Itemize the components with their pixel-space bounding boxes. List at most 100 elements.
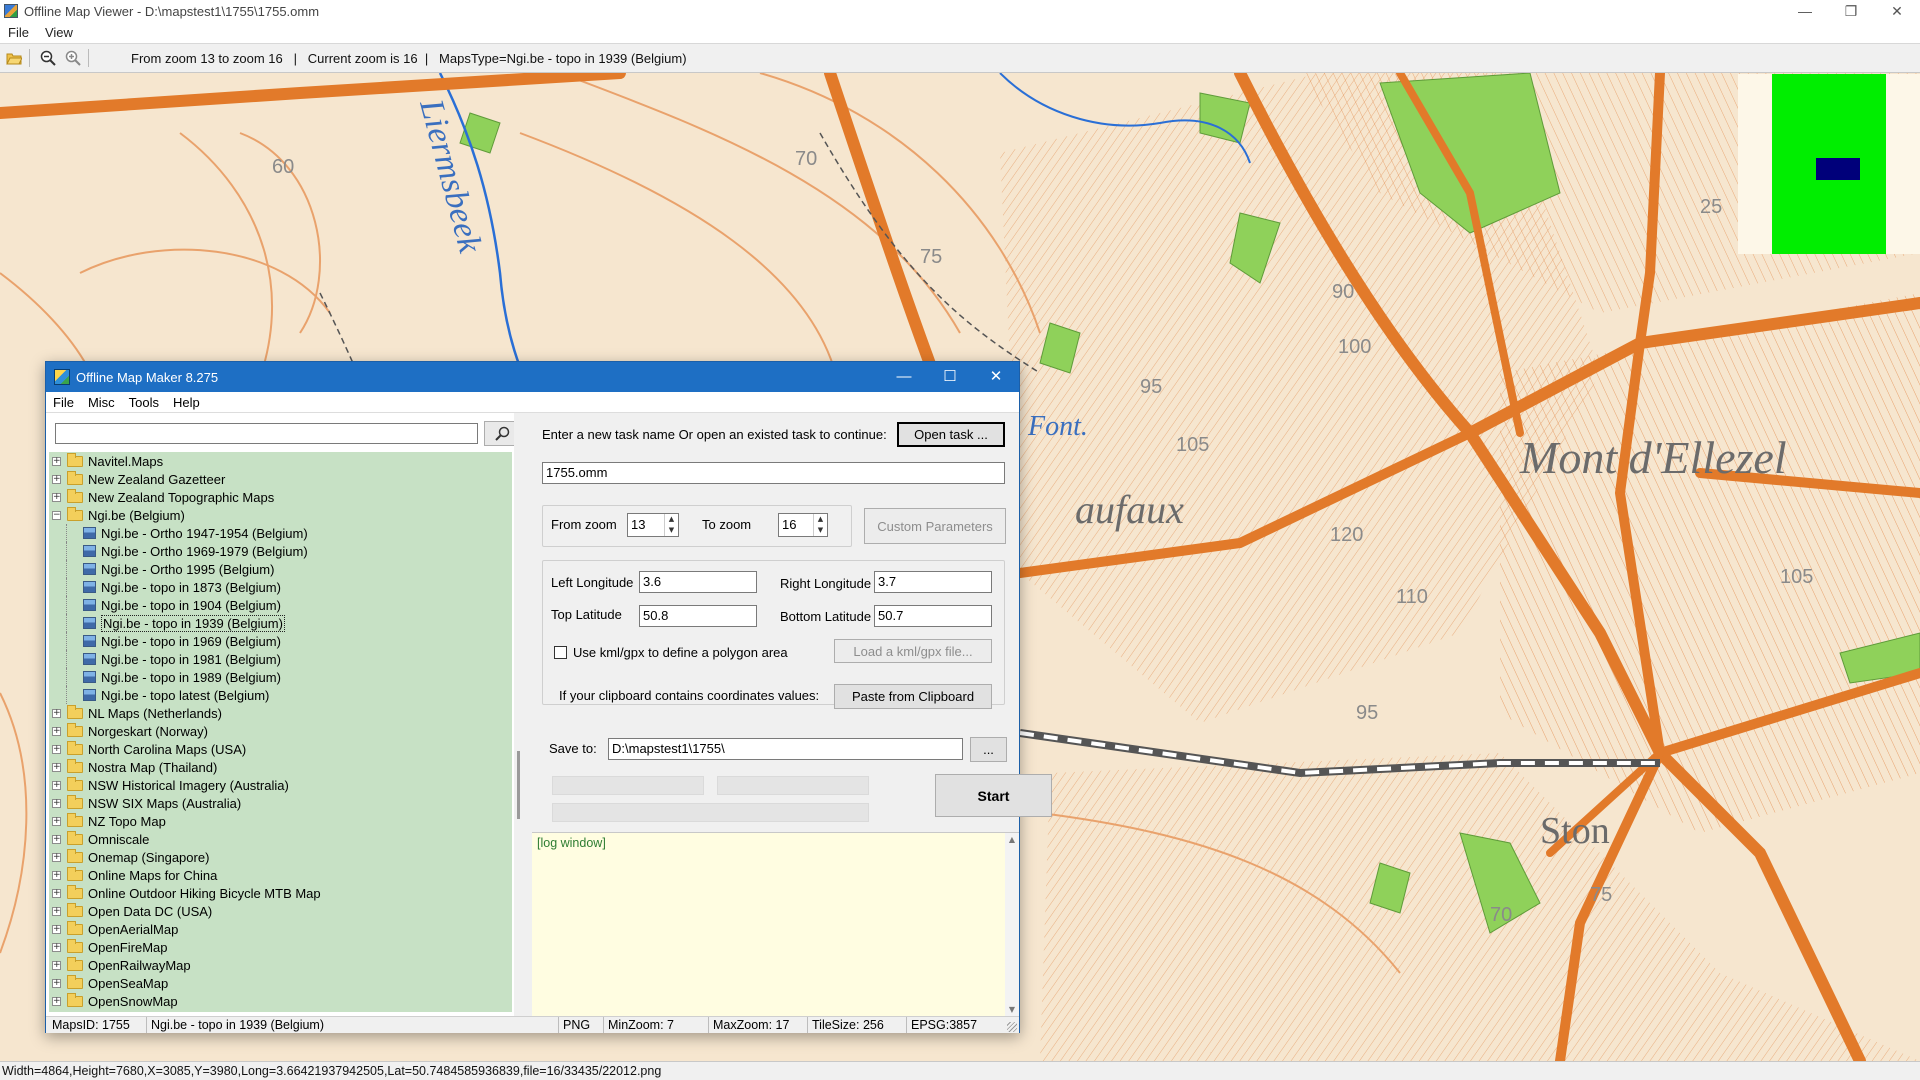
tree-map-item[interactable]: Ngi.be - Ortho 1969-1979 (Belgium) — [49, 542, 512, 560]
spinner-arrows-icon[interactable]: ▲ ▼ — [813, 514, 827, 536]
tree-folder-item[interactable]: + New Zealand Topographic Maps — [49, 488, 512, 506]
close-button[interactable]: ✕ — [1874, 0, 1920, 22]
expand-icon[interactable]: + — [52, 978, 61, 988]
tree-folder-item[interactable]: + Online Outdoor Hiking Bicycle MTB Map — [49, 884, 512, 902]
start-button[interactable]: Start — [935, 774, 1052, 817]
tree-folder-item[interactable]: + Onemap (Singapore) — [49, 848, 512, 866]
paste-from-clipboard-button[interactable]: Paste from Clipboard — [834, 684, 992, 709]
dialog-menu-help[interactable]: Help — [166, 395, 207, 410]
expand-icon[interactable]: + — [52, 816, 61, 826]
menu-file[interactable]: File — [0, 25, 37, 40]
tree-scrollbar[interactable] — [514, 413, 524, 1016]
left-longitude-input[interactable]: 3.6 — [639, 571, 757, 593]
save-path-input[interactable]: D:\mapstest1\1755\ — [608, 738, 963, 760]
expand-icon[interactable]: + — [52, 492, 61, 502]
log-window[interactable]: [log window] ▲ ▼ — [532, 832, 1019, 1017]
tree-folder-item[interactable]: + Navitel.Maps — [49, 452, 512, 470]
dialog-menu-misc[interactable]: Misc — [81, 395, 122, 410]
map-search-input[interactable] — [55, 423, 478, 444]
zoom-out-icon[interactable] — [37, 47, 59, 69]
collapse-icon[interactable]: − — [52, 510, 61, 520]
tree-folder-item[interactable]: + Omniscale — [49, 830, 512, 848]
tree-map-item[interactable]: Ngi.be - topo latest (Belgium) — [49, 686, 512, 704]
expand-icon[interactable]: + — [52, 744, 61, 754]
kml-polygon-checkbox[interactable] — [554, 646, 567, 659]
dialog-maximize-button[interactable]: ☐ — [927, 362, 973, 392]
tree-folder-item[interactable]: + Online Maps for China — [49, 866, 512, 884]
right-longitude-input[interactable]: 3.7 — [874, 571, 992, 593]
scroll-down-icon[interactable]: ▼ — [1005, 1003, 1019, 1017]
expand-icon[interactable]: + — [52, 780, 61, 790]
tree-folder-item[interactable]: + OpenRailwayMap — [49, 956, 512, 974]
tree-folder-item[interactable]: + Open Data DC (USA) — [49, 902, 512, 920]
minimap-overview[interactable] — [1738, 74, 1920, 254]
tree-item-label: Ngi.be - topo in 1989 (Belgium) — [101, 669, 281, 685]
expand-icon[interactable]: + — [52, 996, 61, 1006]
restore-button[interactable]: ❐ — [1828, 0, 1874, 22]
zoom-in-icon[interactable] — [62, 47, 84, 69]
expand-icon[interactable]: + — [52, 834, 61, 844]
status-tile-size: TileSize: 256 — [807, 1017, 884, 1033]
tree-folder-item[interactable]: + Nostra Map (Thailand) — [49, 758, 512, 776]
dialog-titlebar[interactable]: Offline Map Maker 8.275 — ☐ ✕ — [46, 362, 1019, 392]
tree-folder-item[interactable]: − Ngi.be (Belgium) — [49, 506, 512, 524]
tree-map-item[interactable]: Ngi.be - Ortho 1995 (Belgium) — [49, 560, 512, 578]
expand-icon[interactable]: + — [52, 474, 61, 484]
dialog-minimize-button[interactable]: — — [881, 362, 927, 392]
custom-parameters-button[interactable]: Custom Parameters — [864, 508, 1006, 544]
resize-grip-icon[interactable] — [1007, 1022, 1017, 1032]
open-task-button[interactable]: Open task ... — [897, 422, 1005, 447]
task-name-input[interactable]: 1755.omm — [542, 462, 1005, 484]
dialog-close-button[interactable]: ✕ — [973, 362, 1019, 392]
bottom-latitude-input[interactable]: 50.7 — [874, 605, 992, 627]
tree-folder-item[interactable]: + NL Maps (Netherlands) — [49, 704, 512, 722]
tree-folder-item[interactable]: + North Carolina Maps (USA) — [49, 740, 512, 758]
tree-map-item[interactable]: Ngi.be - topo in 1904 (Belgium) — [49, 596, 512, 614]
pane-splitter[interactable] — [524, 413, 532, 1016]
expand-icon[interactable]: + — [52, 888, 61, 898]
tree-folder-item[interactable]: + NSW Historical Imagery (Australia) — [49, 776, 512, 794]
expand-icon[interactable]: + — [52, 456, 61, 466]
tree-folder-item[interactable]: + NZ Topo Map — [49, 812, 512, 830]
tree-folder-item[interactable]: + OpenAerialMap — [49, 920, 512, 938]
scroll-up-icon[interactable]: ▲ — [1005, 833, 1019, 847]
expand-icon[interactable]: + — [52, 726, 61, 736]
tree-item-label: Ngi.be - topo in 1904 (Belgium) — [101, 597, 281, 613]
tree-folder-item[interactable]: + New Zealand Gazetteer — [49, 470, 512, 488]
tree-folder-item[interactable]: + OpenSeaMap — [49, 974, 512, 992]
tree-map-item[interactable]: Ngi.be - topo in 1939 (Belgium) — [49, 614, 512, 632]
tree-map-item[interactable]: Ngi.be - topo in 1981 (Belgium) — [49, 650, 512, 668]
expand-icon[interactable]: + — [52, 762, 61, 772]
tree-folder-item[interactable]: + OpenFireMap — [49, 938, 512, 956]
menu-view[interactable]: View — [37, 25, 81, 40]
spinner-arrows-icon[interactable]: ▲ ▼ — [664, 514, 678, 536]
expand-icon[interactable]: + — [52, 798, 61, 808]
dialog-menu-file[interactable]: File — [46, 395, 81, 410]
browse-button[interactable]: ... — [970, 737, 1007, 762]
dialog-menu-tools[interactable]: Tools — [122, 395, 166, 410]
expand-icon[interactable]: + — [52, 870, 61, 880]
tree-map-item[interactable]: Ngi.be - topo in 1969 (Belgium) — [49, 632, 512, 650]
log-scrollbar[interactable]: ▲ ▼ — [1005, 833, 1019, 1017]
tree-folder-item[interactable]: + OpenSnowMap — [49, 992, 512, 1010]
tree-folder-item[interactable]: + Norgeskart (Norway) — [49, 722, 512, 740]
expand-icon[interactable]: + — [52, 960, 61, 970]
to-zoom-spinner[interactable]: 16 ▲ ▼ — [778, 513, 828, 537]
top-latitude-input[interactable]: 50.8 — [639, 605, 757, 627]
tree-folder-item[interactable]: + NSW SIX Maps (Australia) — [49, 794, 512, 812]
expand-icon[interactable]: + — [52, 942, 61, 952]
expand-icon[interactable]: + — [52, 924, 61, 934]
from-zoom-spinner[interactable]: 13 ▲ ▼ — [627, 513, 679, 537]
scrollbar-thumb[interactable] — [517, 751, 520, 819]
minimize-button[interactable]: — — [1782, 0, 1828, 22]
tree-map-item[interactable]: Ngi.be - Ortho 1947-1954 (Belgium) — [49, 524, 512, 542]
expand-icon[interactable]: + — [52, 708, 61, 718]
map-source-tree[interactable]: + Navitel.Maps + New Zealand Gazetteer + New … — [49, 452, 512, 1012]
tree-map-item[interactable]: Ngi.be - topo in 1873 (Belgium) — [49, 578, 512, 596]
expand-icon[interactable]: + — [52, 906, 61, 916]
expand-icon[interactable]: + — [52, 852, 61, 862]
tree-map-item[interactable]: Ngi.be - topo in 1989 (Belgium) — [49, 668, 512, 686]
minimap-viewport-marker[interactable] — [1816, 158, 1860, 180]
load-kml-button[interactable]: Load a kml/gpx file... — [834, 639, 992, 663]
open-folder-icon[interactable] — [3, 47, 25, 69]
